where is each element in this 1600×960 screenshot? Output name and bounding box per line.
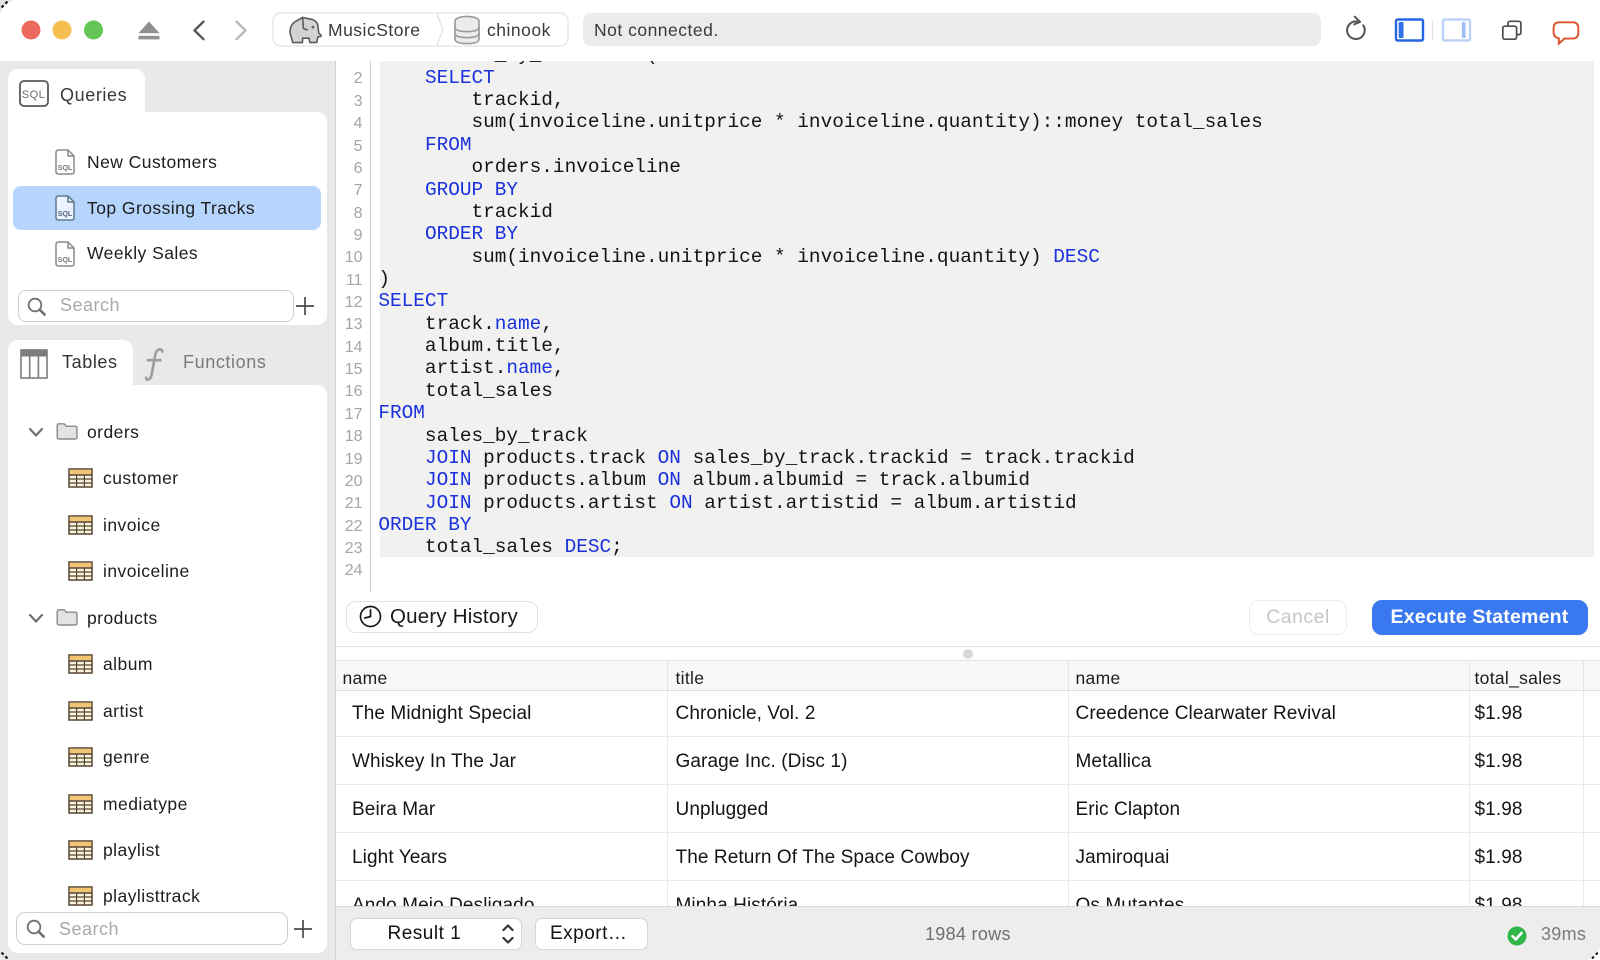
- svg-text:SQL: SQL: [58, 257, 73, 264]
- svg-text:SQL: SQL: [58, 165, 73, 172]
- svg-text:SQL: SQL: [58, 211, 73, 218]
- svg-text:SQL: SQL: [22, 89, 46, 101]
